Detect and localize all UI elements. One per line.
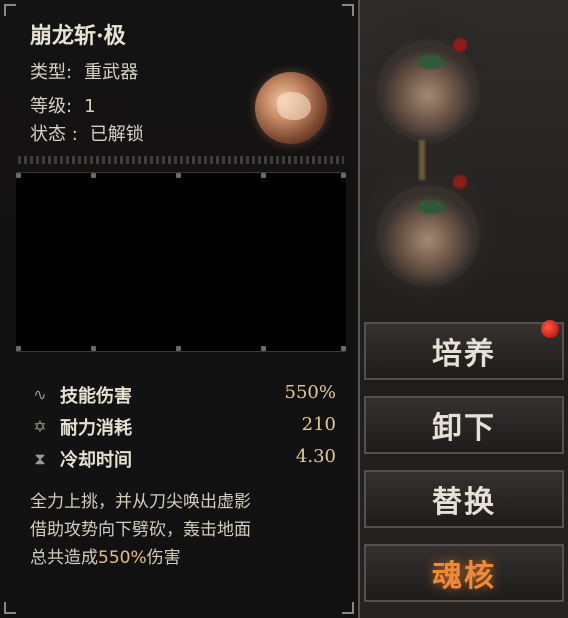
description-line: 总共造成550%伤害 [30,544,340,572]
stat-label: 冷却时间 [60,450,132,471]
frame-marker [16,173,21,178]
background-stem [419,140,425,180]
description-line: 借助攻势向下劈砍，轰击地面 [30,520,251,540]
skill-status-label: 状态 : [30,124,78,145]
skill-damage-icon: ∿ [33,385,47,404]
panel-corner [342,602,354,614]
divider [18,156,344,164]
skill-type-row: 类型: 重武器 [30,58,138,84]
description-highlight: 550% [98,548,147,568]
frame-marker [261,346,266,351]
panel-corner [342,4,354,16]
skill-emblem-icon [255,72,327,144]
skill-level-row: 等级: 1 [30,92,96,118]
notification-dot [541,320,559,338]
frame-marker [91,346,96,351]
background-leaf [417,55,445,69]
description-line: 全力上挑，并从刀尖唤出虚影 [30,492,251,512]
stat-stamina-cost: ✡ 耐力消耗 210 [30,414,336,446]
skill-status-value: 已解锁 [89,124,144,145]
skill-description: 全力上挑，并从刀尖唤出虚影 借助攻势向下劈砍，轰击地面 总共造成550%伤害 [30,488,340,572]
panel-corner [4,4,16,16]
stat-label: 耐力消耗 [60,418,132,439]
frame-marker [176,346,181,351]
unequip-button[interactable]: 卸下 [364,396,564,454]
stat-cooldown: ⧗ 冷却时间 4.30 [30,446,336,478]
description-text: 总共造成 [30,548,98,568]
hourglass-icon: ⧗ [34,449,46,468]
skill-status-row: 状态 : 已解锁 [30,120,144,146]
skill-type-value: 重武器 [84,62,139,83]
skill-level-label: 等级: [30,96,73,117]
frame-marker [176,173,181,178]
frame-marker [16,346,21,351]
background-red-dot [453,175,467,189]
stat-label: 技能伤害 [60,386,132,407]
frame-marker [91,173,96,178]
frame-marker [341,346,346,351]
skill-preview-video[interactable] [16,172,346,352]
soul-core-button[interactable]: 魂核 [364,544,564,602]
background-leaf [417,200,445,214]
skill-title: 崩龙斩·极 [30,23,126,49]
replace-button[interactable]: 替换 [364,470,564,528]
panel-corner [4,602,16,614]
skill-type-label: 类型: [30,62,73,83]
frame-marker [341,173,346,178]
skill-stats: ∿ 技能伤害 550% ✡ 耐力消耗 210 ⧗ 冷却时间 4.30 [30,382,336,478]
description-text: 伤害 [146,548,181,568]
stat-value: 4.30 [295,446,336,467]
skill-detail-panel: 崩龙斩·极 类型: 重武器 等级: 1 状态 : 已解锁 ∿ 技能伤害 550% ✡ … [0,0,360,618]
background-red-dot [453,38,467,52]
frame-marker [261,173,266,178]
stamina-icon: ✡ [33,417,47,436]
skill-level-value: 1 [84,96,96,117]
cultivate-button[interactable]: 培养 [364,322,564,380]
stat-value: 210 [301,414,336,435]
stat-value: 550% [284,382,336,403]
stat-skill-damage: ∿ 技能伤害 550% [30,382,336,414]
